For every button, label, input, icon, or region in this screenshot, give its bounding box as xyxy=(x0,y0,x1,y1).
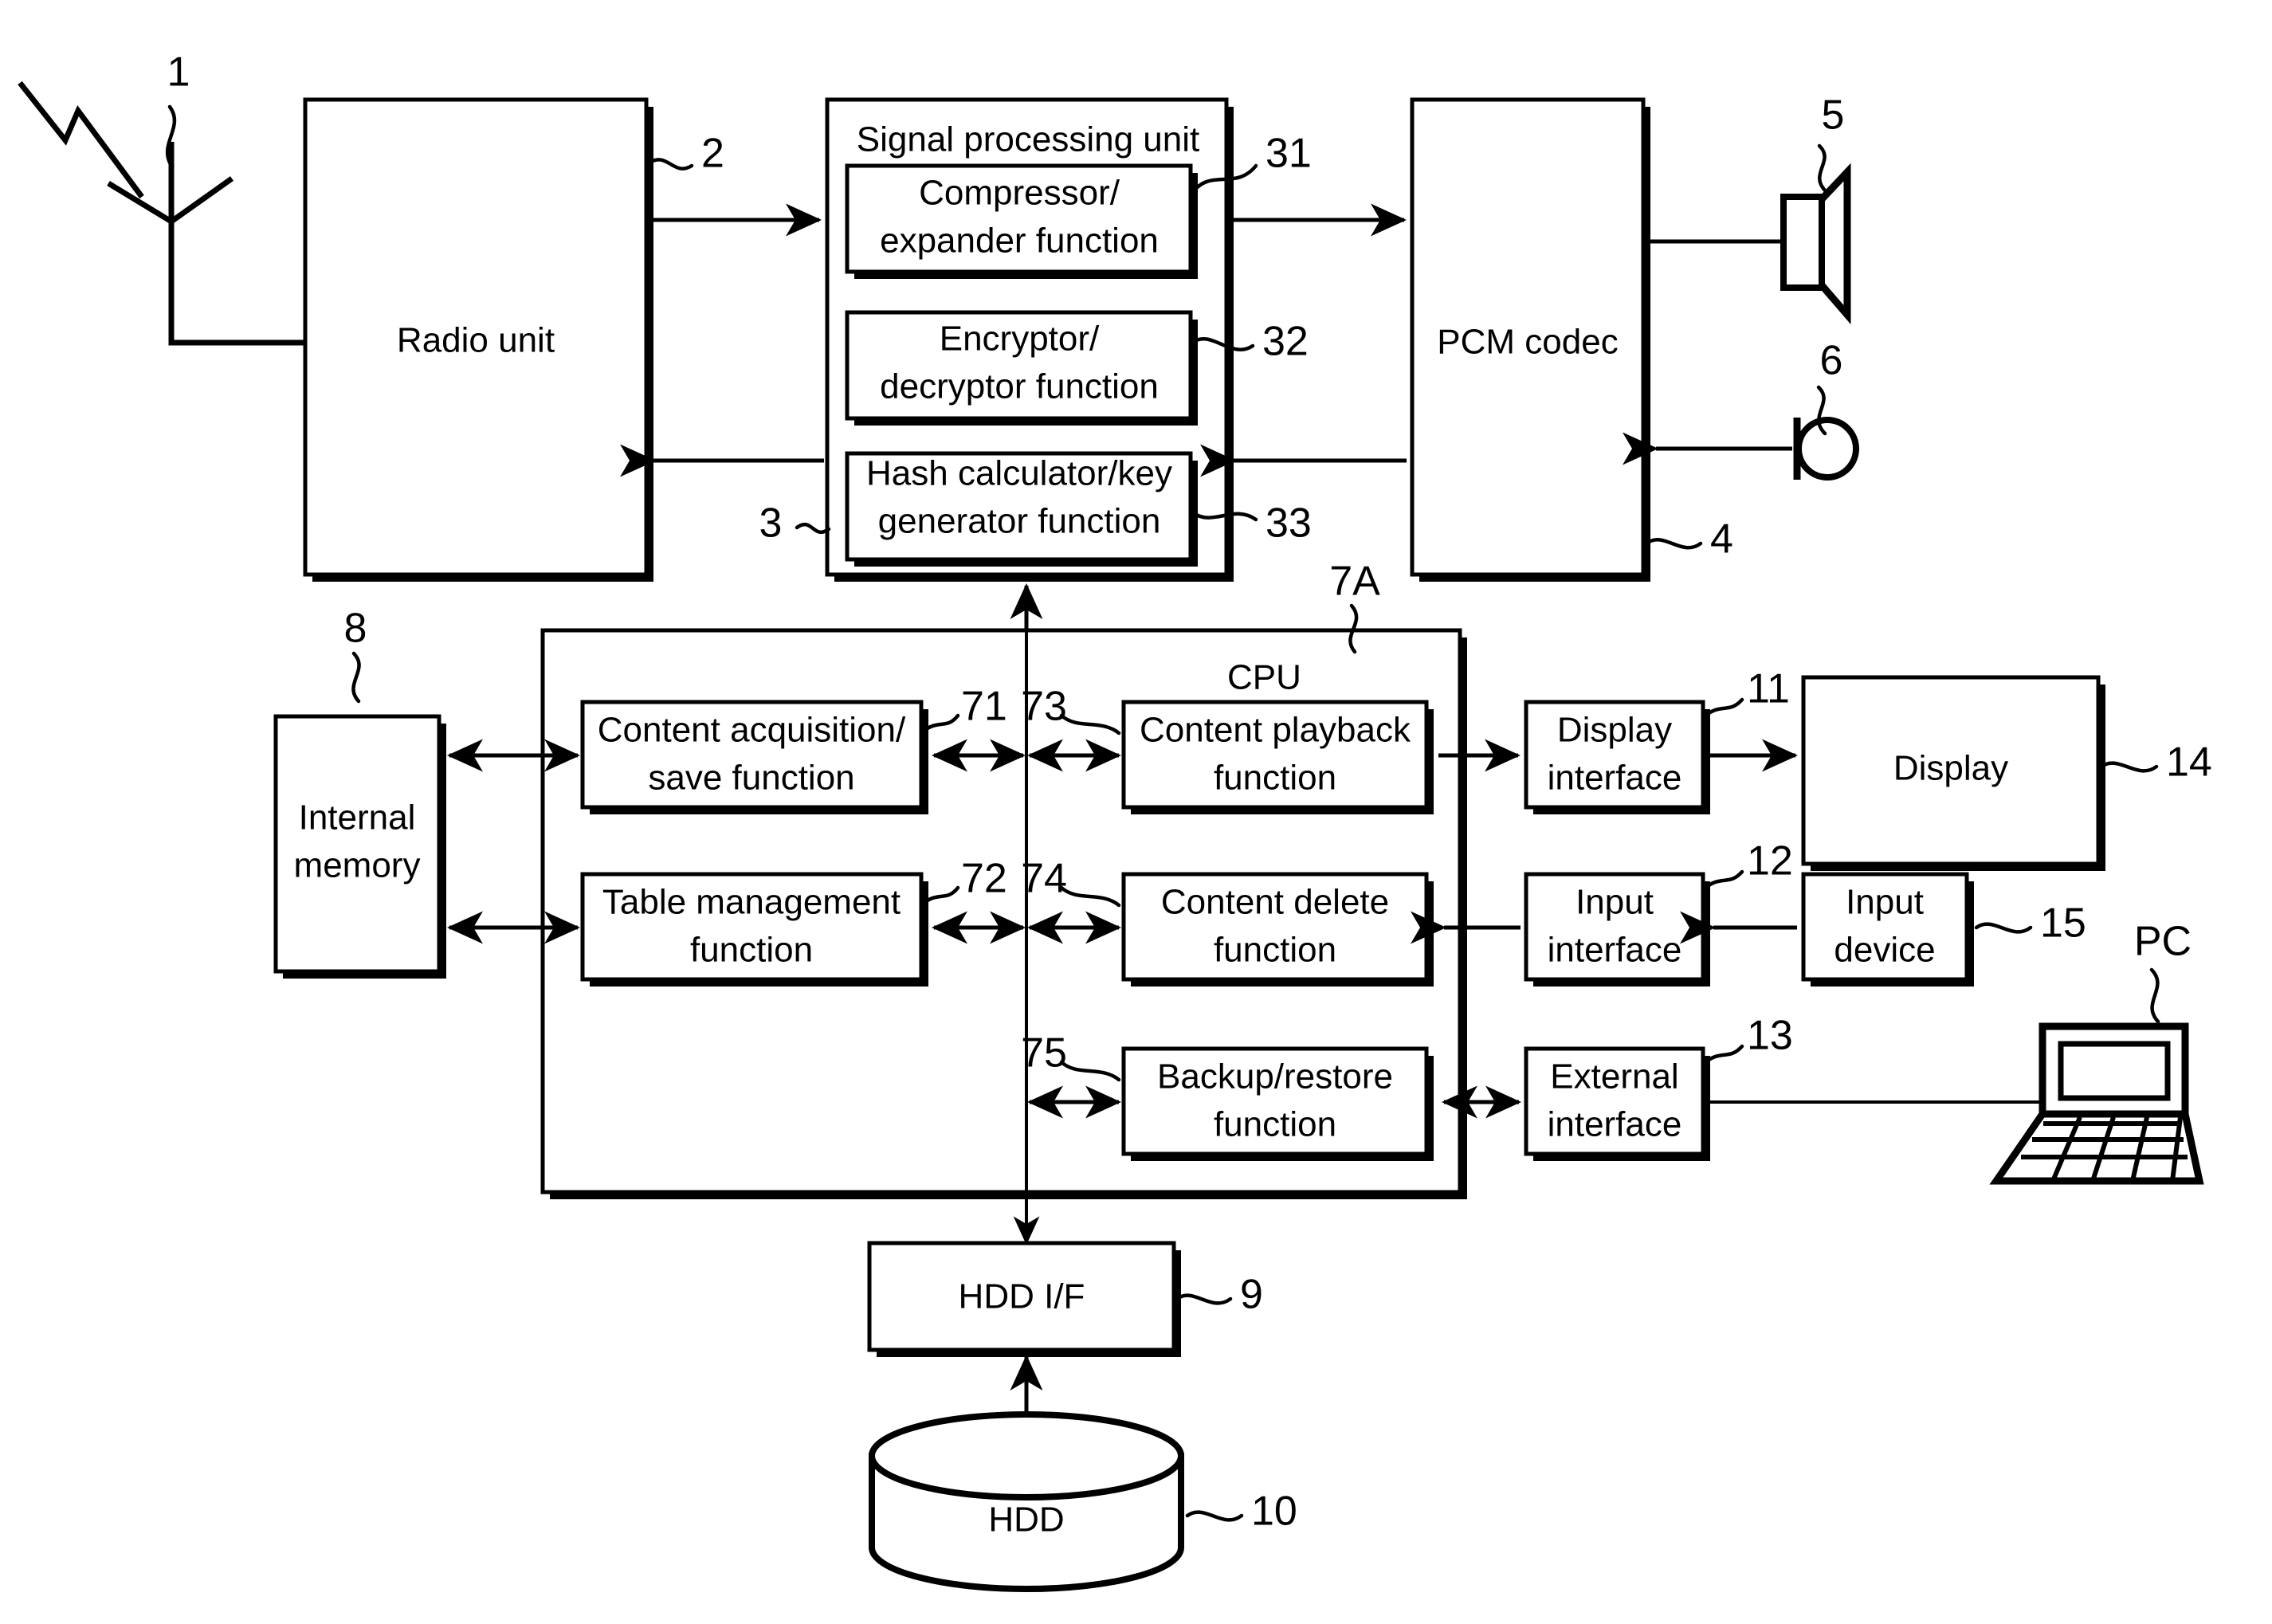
ref-compressor-expander: 31 xyxy=(1265,131,1312,177)
ref-antenna: 1 xyxy=(167,49,190,96)
ref-backup-restore: 75 xyxy=(1021,1030,1067,1077)
internal-memory-label-2: memory xyxy=(294,846,421,885)
ref-input-interface: 12 xyxy=(1747,838,1793,885)
content-delete-label-1: Content delete xyxy=(1161,883,1389,922)
microphone-icon xyxy=(1793,417,1859,481)
diagram-svg: 1 Radio unit 2 Signal processing unit 3 … xyxy=(18,49,2212,1592)
content-acquisition-save-label-1: Content acquisition/ xyxy=(598,711,906,750)
pcm-codec-label: PCM codec xyxy=(1437,323,1618,362)
cpu-label: CPU xyxy=(1227,658,1301,697)
ref-hdd: 10 xyxy=(1251,1489,1297,1535)
ref-speaker: 5 xyxy=(1822,92,1845,139)
content-playback-label-1: Content playback xyxy=(1140,711,1411,750)
compressor-expander-label-1: Compressor/ xyxy=(919,174,1120,213)
ref-display: 14 xyxy=(2166,739,2212,786)
ref-display-interface: 11 xyxy=(1747,666,1790,712)
antenna-icon xyxy=(18,80,335,346)
external-interface-label-1: External xyxy=(1550,1057,1678,1096)
ref-content-playback: 73 xyxy=(1021,684,1067,730)
ref-encryptor-decryptor: 32 xyxy=(1262,319,1309,365)
table-management-label-1: Table management xyxy=(602,883,901,922)
ref-signal-processing-unit: 3 xyxy=(759,500,783,547)
speaker-icon xyxy=(1780,163,1851,325)
content-delete-label-2: function xyxy=(1214,931,1336,970)
ref-table-management: 72 xyxy=(961,856,1007,902)
hdd-label: HDD xyxy=(988,1500,1064,1540)
encryptor-decryptor-label-1: Encryptor/ xyxy=(940,320,1100,359)
content-acquisition-save-label-2: save function xyxy=(648,759,854,798)
ref-content-acquisition-save: 71 xyxy=(961,684,1007,730)
backup-restore-label-2: function xyxy=(1214,1105,1336,1144)
ref-content-delete: 74 xyxy=(1021,856,1067,902)
radio-unit-label: Radio unit xyxy=(397,321,555,360)
ref-input-device: 15 xyxy=(2040,900,2086,947)
signal-processing-unit-label: Signal processing unit xyxy=(857,120,1199,159)
hdd-interface-label: HDD I/F xyxy=(959,1277,1085,1316)
ref-internal-memory: 8 xyxy=(344,606,367,652)
ref-pcm-codec: 4 xyxy=(1710,516,1733,563)
ref-pc: PC xyxy=(2134,919,2192,965)
ref-hash-key-generator: 33 xyxy=(1265,500,1312,547)
figure-canvas: 1 Radio unit 2 Signal processing unit 3 … xyxy=(0,0,2272,1624)
ref-cpu: 7A xyxy=(1329,559,1380,605)
backup-restore-label-1: Backup/restore xyxy=(1157,1057,1393,1096)
internal-memory-label-1: Internal xyxy=(299,798,416,837)
input-interface-label-2: interface xyxy=(1548,931,1682,970)
input-interface-label-1: Input xyxy=(1575,883,1654,922)
display-interface-label-1: Display xyxy=(1557,711,1672,750)
input-device-label-2: device xyxy=(1834,931,1935,970)
ref-hdd-interface: 9 xyxy=(1240,1272,1263,1318)
hash-key-generator-label-2: generator function xyxy=(878,502,1161,541)
content-playback-label-2: function xyxy=(1214,759,1336,798)
display-interface-label-2: interface xyxy=(1548,759,1682,798)
compressor-expander-label-2: expander function xyxy=(880,222,1159,261)
hash-key-generator-label-1: Hash calculator/key xyxy=(866,454,1172,493)
ref-microphone: 6 xyxy=(1820,338,1843,384)
input-device-label-1: Input xyxy=(1846,883,1924,922)
display-label: Display xyxy=(1893,749,2008,788)
external-interface-label-2: interface xyxy=(1548,1105,1682,1144)
encryptor-decryptor-label-2: decryptor function xyxy=(880,367,1159,406)
ref-radio-unit: 2 xyxy=(701,131,724,177)
table-management-label-2: function xyxy=(690,931,813,970)
ref-external-interface: 13 xyxy=(1747,1013,1793,1059)
